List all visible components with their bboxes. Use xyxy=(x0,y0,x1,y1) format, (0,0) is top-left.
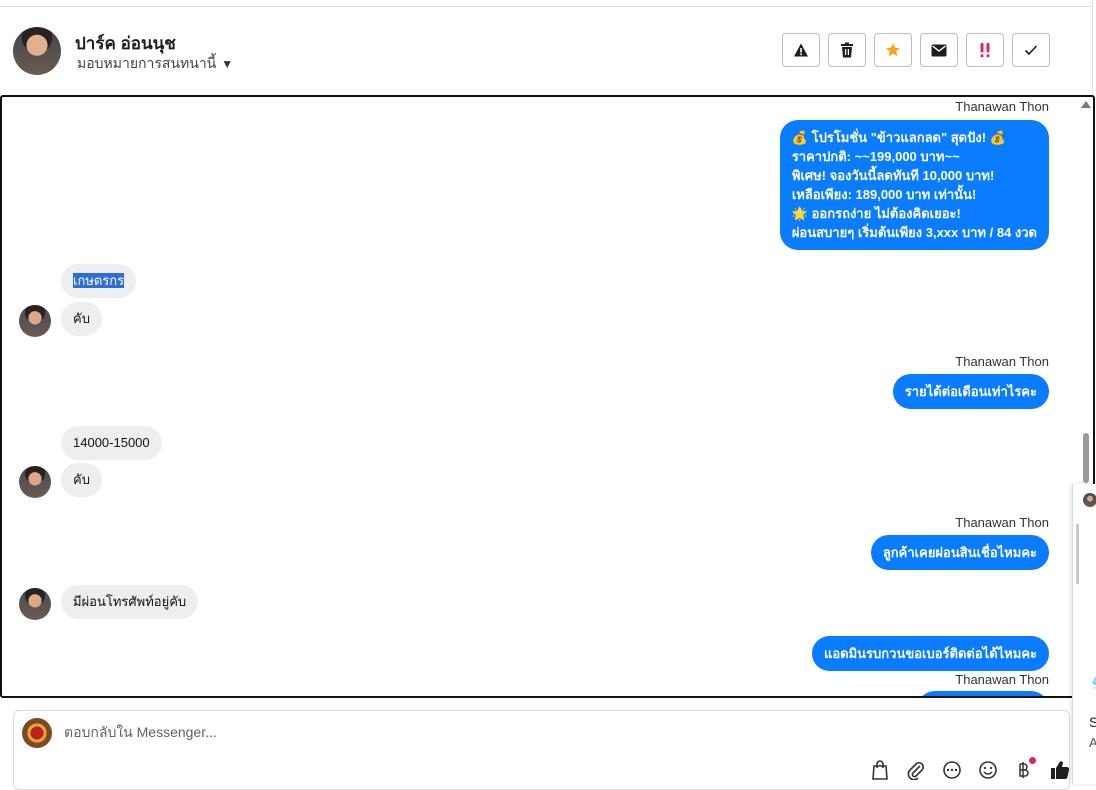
message-composer xyxy=(13,710,1070,790)
promo-line: ผ่อนสบายๆ เริ่มต้นเพียง 3,xxx บาท / 84 ง… xyxy=(791,225,1037,240)
reply-input[interactable] xyxy=(62,723,766,741)
trash-icon xyxy=(841,42,853,58)
outgoing-message-partial[interactable] xyxy=(917,691,1049,696)
conversation-actions xyxy=(782,33,1050,67)
sender-name: Thanawan Thon xyxy=(955,672,1049,687)
sender-name: Thanawan Thon xyxy=(955,354,1049,369)
important-button[interactable] xyxy=(966,33,1004,67)
side-text: S xyxy=(1089,714,1096,730)
scroll-thumb[interactable] xyxy=(1083,433,1089,483)
outgoing-message[interactable]: รายได้ต่อเดือนเท่าไรคะ xyxy=(892,374,1049,409)
side-mark-icon: 🎐 xyxy=(1089,677,1096,690)
top-divider xyxy=(0,6,1092,7)
more-icon[interactable] xyxy=(940,758,964,782)
done-button[interactable] xyxy=(1012,33,1050,67)
incoming-message[interactable]: มีผ่อนโทรศัพท์อยู่คับ xyxy=(61,585,199,619)
delete-button[interactable] xyxy=(828,33,866,67)
promo-line: พิเศษ! จองวันนี้ลดทันที 10,000 บาท! xyxy=(791,168,995,183)
paperclip-icon[interactable] xyxy=(904,758,928,782)
outgoing-message-promo[interactable]: 💰 โปรโมชั่น "ข้าวแลกลด" สุดปัง! 💰 ราคาปก… xyxy=(779,120,1049,250)
selected-text: เกษตรกร xyxy=(73,273,125,288)
emoji-icon[interactable] xyxy=(976,758,1000,782)
composer-toolbar xyxy=(868,757,1072,782)
warning-icon xyxy=(794,43,808,57)
star-icon xyxy=(886,43,900,57)
message-thread[interactable]: Thanawan Thon 💰 โปรโมชั่น "ข้าวแลกลด" สุ… xyxy=(0,95,1095,698)
right-divider xyxy=(1092,0,1093,96)
promo-line: 🌟 ออกรถง่าย ไม่ต้องคิดเยอะ! xyxy=(791,206,961,221)
message-list: Thanawan Thon 💰 โปรโมชั่น "ข้าวแลกลด" สุ… xyxy=(2,97,1077,696)
contact-message-avatar xyxy=(19,588,51,620)
notification-dot xyxy=(1029,757,1036,764)
sender-name: Thanawan Thon xyxy=(955,99,1049,114)
shopping-bag-icon[interactable] xyxy=(868,758,892,782)
side-avatar xyxy=(1083,493,1096,507)
baht-icon[interactable] xyxy=(1012,757,1036,782)
star-button[interactable] xyxy=(874,33,912,67)
page-avatar xyxy=(22,718,52,748)
incoming-message[interactable]: คับ xyxy=(61,302,102,336)
contact-message-avatar xyxy=(19,305,51,337)
side-scrollbar[interactable] xyxy=(1076,524,1079,584)
outgoing-message[interactable]: แอดมินรบกวนขอเบอร์ติดต่อได้ไหมคะ xyxy=(811,636,1049,671)
sender-name: Thanawan Thon xyxy=(955,515,1049,530)
contact-avatar[interactable] xyxy=(13,27,61,75)
double-exclamation-icon xyxy=(980,43,990,58)
promo-line: เหลือเพียง: 189,000 บาท เท่านั้น! xyxy=(791,187,977,202)
scroll-up-arrow-icon[interactable] xyxy=(1081,101,1091,108)
side-text: A xyxy=(1089,735,1096,750)
caret-down-icon: ▼ xyxy=(221,57,234,71)
incoming-message[interactable]: 14000-15000 xyxy=(61,426,162,460)
incoming-message[interactable]: คับ xyxy=(61,463,102,497)
mark-unread-button[interactable] xyxy=(920,33,958,67)
side-panel-peek[interactable]: 🎐 S A xyxy=(1072,484,1096,784)
incoming-message[interactable]: เกษตรกร xyxy=(61,264,137,298)
promo-line: ราคาปกติ: ~~199,000 บาท~~ xyxy=(791,149,960,164)
thumbs-up-icon[interactable] xyxy=(1048,758,1072,782)
check-icon xyxy=(1024,45,1038,56)
assign-label: มอบหมายการสนทนานี้ xyxy=(77,55,217,71)
promo-line: 💰 โปรโมชั่น "ข้าวแลกลด" สุดปัง! 💰 xyxy=(791,130,1006,145)
envelope-icon xyxy=(931,44,947,56)
outgoing-message[interactable]: ลูกค้าเคยผ่อนสินเชื่อไหมคะ xyxy=(870,535,1049,570)
report-button[interactable] xyxy=(782,33,820,67)
assign-conversation-dropdown[interactable]: มอบหมายการสนทนานี้ ▼ xyxy=(77,53,233,75)
contact-message-avatar xyxy=(19,466,51,498)
